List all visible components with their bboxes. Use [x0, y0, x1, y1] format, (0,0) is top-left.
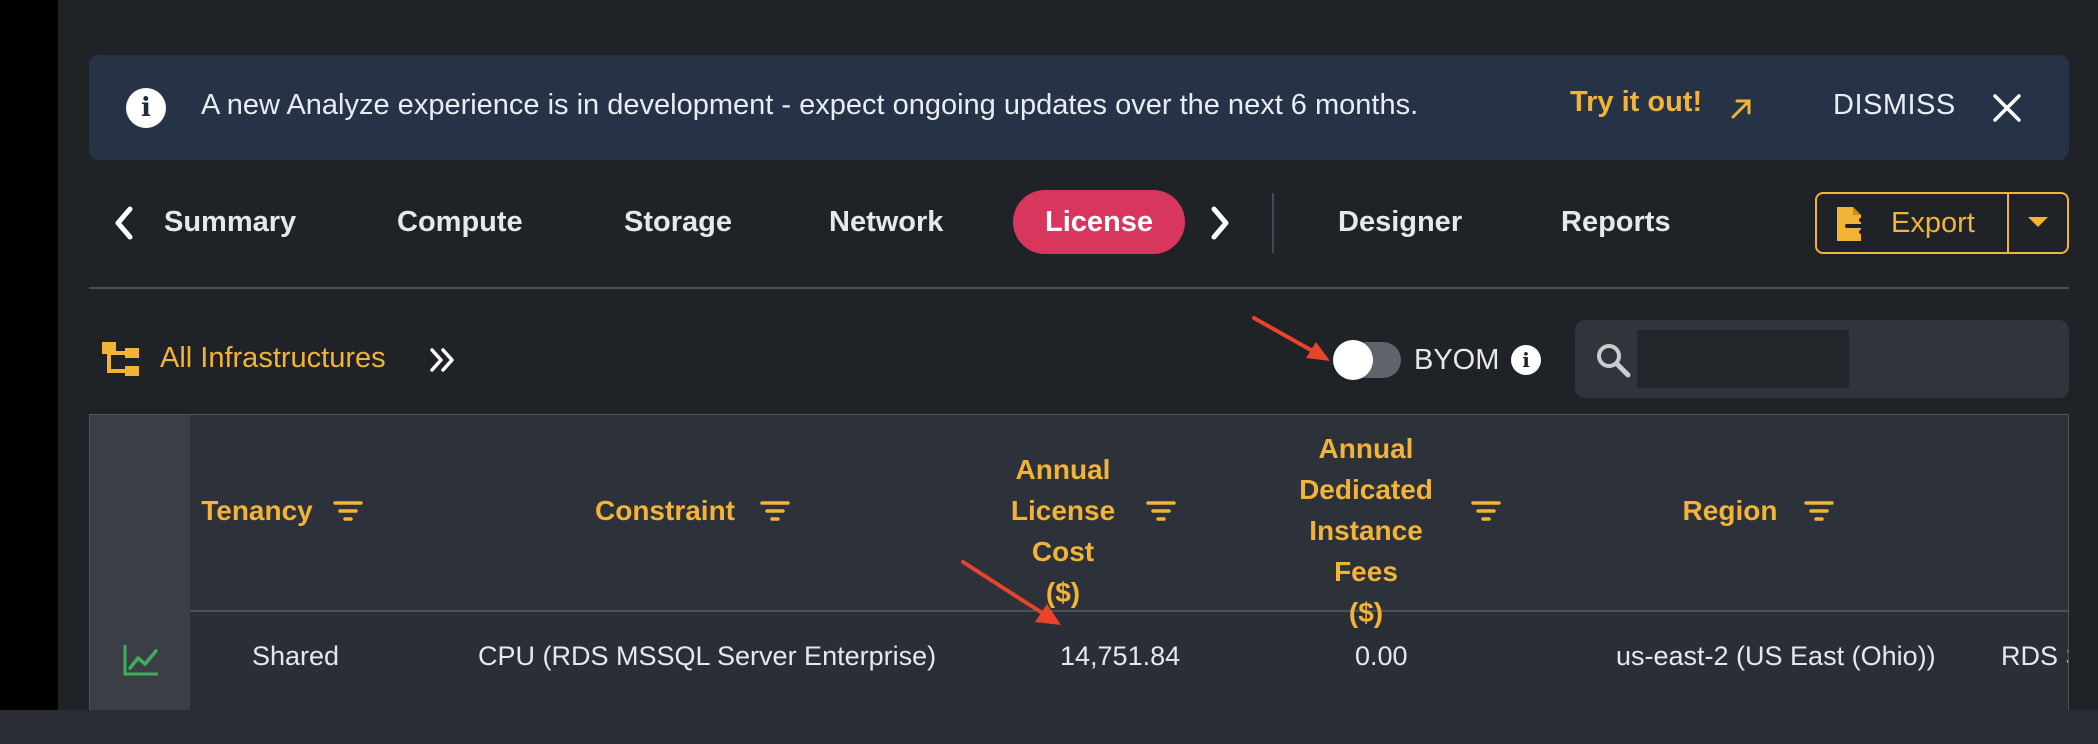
export-button[interactable]: Export [1815, 192, 2069, 254]
filter-icon[interactable] [1146, 500, 1176, 522]
byom-label: BYOM [1414, 344, 1500, 376]
line-chart-icon[interactable] [122, 643, 160, 677]
cell-annual-license-cost: 14,751.84 [1060, 641, 1181, 671]
cell-constraint: CPU (RDS MSSQL Server Enterprise) [478, 641, 937, 671]
byom-toggle[interactable] [1333, 340, 1401, 380]
tab-divider [1272, 193, 1274, 253]
bottom-edge [0, 710, 2098, 744]
column-header-tenancy[interactable]: Tenancy [192, 490, 322, 531]
double-chevron-right-icon[interactable] [428, 346, 458, 374]
search-container [1575, 320, 2069, 398]
license-table: Tenancy Constraint Annual License Cost ($) … [89, 414, 2069, 710]
byom-info-icon[interactable]: i [1511, 345, 1541, 375]
column-header-constraint[interactable]: Constraint [570, 490, 760, 531]
cell-region: us-east-2 (US East (Ohio)) [1616, 641, 1936, 671]
tab-compute[interactable]: Compute [397, 190, 523, 254]
annotation-arrow-license-cost [961, 560, 1061, 625]
tab-summary[interactable]: Summary [164, 190, 296, 254]
tab-storage[interactable]: Storage [624, 190, 732, 254]
column-header-region[interactable]: Region [1670, 490, 1790, 531]
export-label: Export [1891, 207, 1975, 239]
tab-network[interactable]: Network [829, 190, 943, 254]
cell-overflow: RDS S [2001, 641, 2068, 671]
infrastructure-breadcrumb[interactable]: All Infrastructures [160, 342, 386, 375]
search-input[interactable] [1637, 330, 1849, 388]
cell-tenancy: Shared [252, 641, 340, 671]
try-it-out-link[interactable]: Try it out! [1570, 86, 1702, 119]
dismiss-button[interactable]: DISMISS [1833, 89, 1956, 122]
filter-icon[interactable] [1804, 500, 1834, 522]
filter-icon[interactable] [333, 500, 363, 522]
export-document-icon [1837, 207, 1869, 241]
left-edge [0, 0, 58, 710]
filter-icon[interactable] [760, 500, 790, 522]
annotation-arrow-byom [1252, 316, 1330, 361]
tab-reports[interactable]: Reports [1561, 190, 1671, 254]
cell-dedicated-fees: 0.00 [1355, 641, 1408, 671]
banner-message: A new Analyze experience is in developme… [201, 89, 1419, 121]
hierarchy-icon [102, 342, 139, 376]
search-icon [1597, 344, 1631, 378]
external-link-icon[interactable] [1727, 95, 1755, 123]
chevron-right-icon[interactable] [1208, 203, 1234, 243]
filter-icon[interactable] [1471, 500, 1501, 522]
export-split-divider [2007, 194, 2009, 252]
section-divider [89, 287, 2069, 289]
tab-license[interactable]: License [1013, 190, 1185, 254]
caret-down-icon[interactable] [2025, 212, 2051, 232]
info-icon: i [126, 88, 166, 128]
close-icon[interactable] [1991, 92, 2023, 124]
chevron-left-icon[interactable] [110, 203, 136, 243]
column-header-dedicated-instance-fees[interactable]: Annual Dedicated Instance Fees ($) [1276, 428, 1456, 633]
announcement-banner: i A new Analyze experience is in develop… [89, 55, 2069, 160]
tab-designer[interactable]: Designer [1338, 190, 1462, 254]
